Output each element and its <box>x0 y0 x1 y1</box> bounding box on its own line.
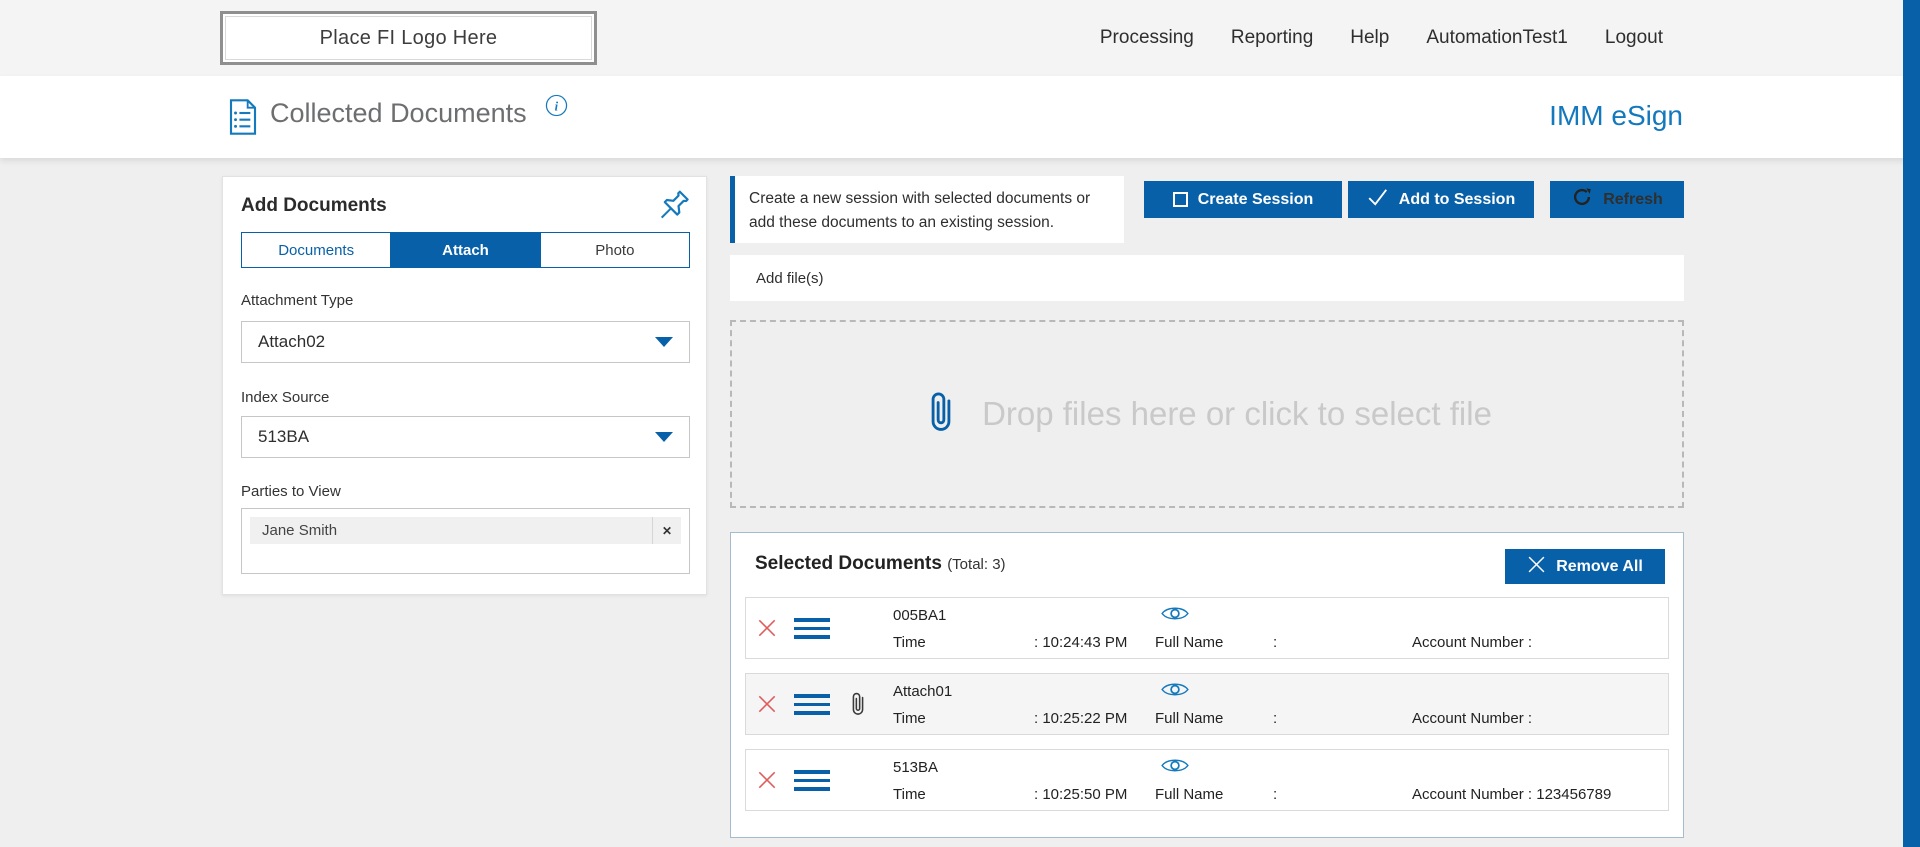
tab-attach[interactable]: Attach <box>391 233 541 267</box>
top-bar: Place FI Logo Here Processing Reporting … <box>0 0 1920 77</box>
page-title: Collected Documents <box>270 98 527 128</box>
remove-all-button[interactable]: Remove All <box>1505 549 1665 584</box>
account-number-label: Account Number : <box>1412 786 1533 803</box>
remove-document-button[interactable] <box>756 617 778 639</box>
time-value: : 10:25:50 PM <box>1034 786 1128 803</box>
logo-text: Place FI Logo Here <box>319 26 498 49</box>
eye-icon[interactable] <box>1161 756 1189 775</box>
eye-icon[interactable] <box>1161 680 1189 699</box>
parties-to-view-label: Parties to View <box>241 483 341 500</box>
attachment-type-value: Attach02 <box>258 332 326 351</box>
account-number-label: Account Number : <box>1412 634 1533 651</box>
full-name-label: Full Name <box>1155 710 1224 727</box>
page-header: Collected Documents i IMM eSign <box>0 76 1920 158</box>
account-number-value: 123456789 <box>1536 786 1612 803</box>
account-number: Account Number : <box>1412 634 1532 651</box>
paperclip-icon <box>922 388 960 441</box>
add-files-label: Add file(s) <box>756 269 824 287</box>
document-name: 005BA1 <box>893 607 947 624</box>
create-session-label: Create Session <box>1197 190 1314 208</box>
index-source-label: Index Source <box>241 389 330 406</box>
party-name: Jane Smith <box>262 522 338 539</box>
full-name-value: : <box>1273 786 1278 803</box>
attachment-type-label: Attachment Type <box>241 292 354 309</box>
eye-icon[interactable] <box>1161 604 1189 623</box>
attachment-type-select[interactable]: Attach02 <box>241 321 690 363</box>
account-number-label: Account Number : <box>1412 710 1533 727</box>
create-session-button[interactable]: Create Session <box>1144 181 1342 218</box>
nav-processing[interactable]: Processing <box>1100 27 1194 49</box>
tab-documents[interactable]: Documents <box>242 233 392 267</box>
add-documents-panel: Add Documents Documents Attach Photo Att… <box>222 176 707 595</box>
nav-logout[interactable]: Logout <box>1605 27 1663 49</box>
full-name-label: Full Name <box>1155 786 1224 803</box>
refresh-icon <box>1571 186 1593 213</box>
time-label: Time <box>893 634 926 651</box>
drag-handle-icon[interactable] <box>794 694 830 715</box>
document-row: 513BA Time : 10:25:50 PM Full Name : Acc… <box>745 749 1669 811</box>
document-name: Attach01 <box>893 683 953 700</box>
account-number: Account Number : 123456789 <box>1412 786 1611 803</box>
time-value: : 10:25:22 PM <box>1034 710 1128 727</box>
dropzone-text: Drop files here or click to select file <box>982 395 1492 432</box>
time-label: Time <box>893 710 926 727</box>
checkmark-icon <box>1367 187 1389 212</box>
collected-documents-icon <box>227 98 259 136</box>
remove-all-label: Remove All <box>1556 557 1643 575</box>
right-edge-accent <box>1903 0 1920 847</box>
refresh-label: Refresh <box>1603 190 1663 208</box>
brand-logo: IMM eSign <box>1549 100 1683 131</box>
selected-documents-section: Selected Documents (Total: 3) Remove All <box>730 532 1684 838</box>
time-label: Time <box>893 786 926 803</box>
add-files-bar[interactable]: Add file(s) <box>730 255 1684 301</box>
party-chip: Jane Smith ✕ <box>250 517 681 544</box>
session-message: Create a new session with selected docum… <box>730 176 1124 243</box>
square-icon <box>1172 192 1188 207</box>
attachment-icon <box>847 688 869 720</box>
svg-text:i: i <box>555 99 559 113</box>
file-dropzone[interactable]: Drop files here or click to select file <box>730 320 1684 508</box>
selected-documents-title: Selected Documents (Total: 3) <box>755 553 1006 575</box>
time-value: : 10:24:43 PM <box>1034 634 1128 651</box>
nav-reporting[interactable]: Reporting <box>1231 27 1313 49</box>
info-icon[interactable]: i <box>545 94 568 117</box>
chevron-down-icon <box>655 432 673 442</box>
add-to-session-label: Add to Session <box>1398 190 1516 208</box>
drag-handle-icon[interactable] <box>794 770 830 791</box>
pin-icon[interactable] <box>652 187 696 231</box>
full-name-value: : <box>1273 710 1278 727</box>
remove-document-button[interactable] <box>756 769 778 791</box>
panel-title: Add Documents <box>241 195 387 216</box>
index-source-select[interactable]: 513BA <box>241 416 690 458</box>
full-name-value: : <box>1273 634 1278 651</box>
parties-to-view-box[interactable]: Jane Smith ✕ <box>241 508 690 574</box>
drag-handle-icon[interactable] <box>794 618 830 639</box>
x-icon <box>1527 555 1546 579</box>
nav-help[interactable]: Help <box>1350 27 1389 49</box>
app: Place FI Logo Here Processing Reporting … <box>0 0 1920 847</box>
refresh-button[interactable]: Refresh <box>1550 181 1684 218</box>
add-documents-tabs: Documents Attach Photo <box>241 232 690 268</box>
chevron-down-icon <box>655 337 673 347</box>
fi-logo-placeholder: Place FI Logo Here <box>220 11 597 65</box>
add-to-session-button[interactable]: Add to Session <box>1348 181 1534 218</box>
document-row: Attach01 Time : 10:25:22 PM Full Name : … <box>745 673 1669 735</box>
selected-documents-title-text: Selected Documents <box>755 553 942 574</box>
account-number: Account Number : <box>1412 710 1532 727</box>
index-source-value: 513BA <box>258 427 310 446</box>
full-name-label: Full Name <box>1155 634 1224 651</box>
top-nav: Processing Reporting Help AutomationTest… <box>1100 0 1663 76</box>
document-name: 513BA <box>893 759 939 776</box>
remove-party-button[interactable]: ✕ <box>652 517 681 544</box>
selected-documents-total: (Total: 3) <box>947 556 1006 573</box>
nav-username[interactable]: AutomationTest1 <box>1426 27 1568 49</box>
document-row: 005BA1 Time : 10:24:43 PM Full Name : Ac… <box>745 597 1669 659</box>
remove-document-button[interactable] <box>756 693 778 715</box>
selected-documents-list: 005BA1 Time : 10:24:43 PM Full Name : Ac… <box>745 597 1669 825</box>
tab-photo[interactable]: Photo <box>540 233 689 267</box>
